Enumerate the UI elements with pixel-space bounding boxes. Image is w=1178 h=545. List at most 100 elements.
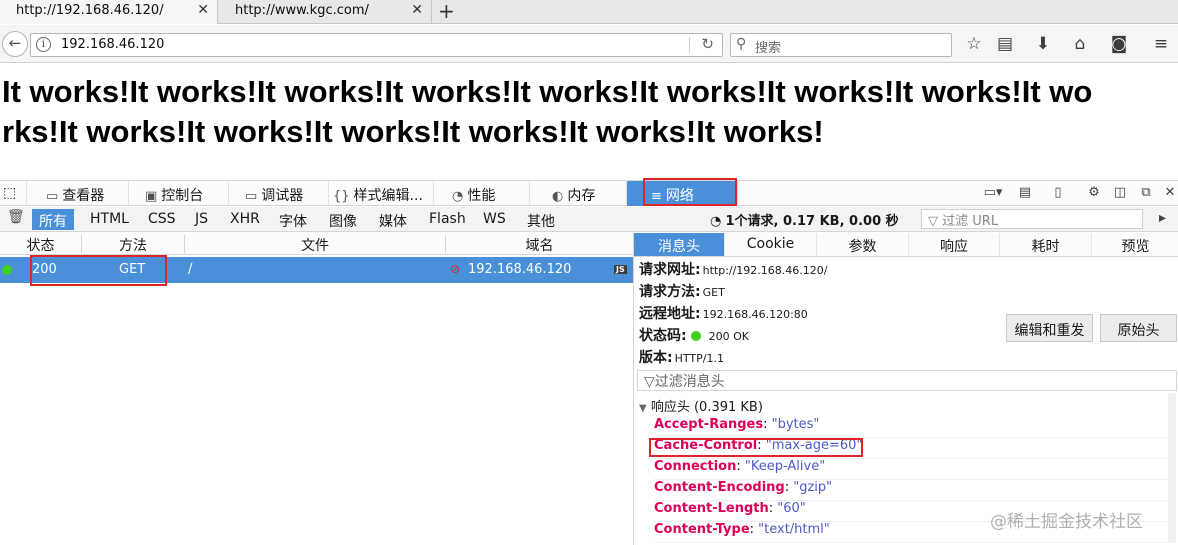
tab-label: 性能	[467, 188, 496, 204]
close-icon[interactable]: ✕	[411, 2, 423, 18]
filter-xhr[interactable]: XHR	[223, 209, 267, 230]
filter-other[interactable]: 其他	[520, 209, 562, 230]
request-domain: 192.168.46.120	[468, 262, 572, 277]
dock-icon[interactable]: ▭▾	[983, 185, 1003, 200]
braces-icon: {}	[333, 189, 350, 204]
filter-headers-input[interactable]: ▽过滤消息头	[637, 370, 1177, 391]
tab-style-editor[interactable]: {} 样式编辑...	[329, 181, 434, 206]
search-input[interactable]: 搜索	[755, 37, 781, 56]
filter-url-placeholder: 过滤 URL	[942, 214, 999, 229]
info-icon[interactable]: i	[36, 37, 51, 52]
bookmark-star-icon[interactable]: ☆	[963, 34, 985, 54]
tab-inspector[interactable]: ▭ 查看器	[28, 181, 129, 206]
tab-title: http://192.168.46.120/	[16, 3, 164, 18]
toggle-sidebar-icon[interactable]: ▸	[1152, 208, 1173, 229]
filter-css[interactable]: CSS	[141, 209, 183, 230]
devtools-toolbar: ⬚ ▭ 查看器 ▣ 控制台 ▭ 调试器 {} 样式编辑... ◔ 性能 ◐ 内存 ≡ 网络 ▭…	[0, 180, 1178, 206]
filter-icon: ▽	[928, 214, 938, 229]
filter-flash[interactable]: Flash	[422, 209, 473, 230]
tab-label: 查看器	[62, 188, 105, 204]
raw-headers-button[interactable]: 原始头	[1100, 314, 1177, 342]
debugger-icon: ▭	[245, 189, 258, 204]
reload-icon[interactable]: ↻	[701, 35, 714, 53]
tab-title: http://www.kgc.com/	[235, 3, 369, 18]
tab-performance[interactable]: ◔ 性能	[434, 181, 530, 206]
console-icon: ▣	[145, 189, 158, 204]
tab-label: 样式编辑...	[353, 188, 423, 204]
new-tab-icon[interactable]: +	[438, 0, 455, 23]
download-icon[interactable]: ⬇	[1032, 34, 1054, 54]
filter-html[interactable]: HTML	[83, 209, 136, 230]
pocket-icon[interactable]: ◙	[1108, 34, 1130, 54]
column-domain[interactable]: 域名	[446, 235, 633, 254]
header-value: "bytes"	[771, 417, 820, 432]
headers-panel: 请求网址: http://192.168.46.120/ 请求方法: GET 远程地…	[633, 257, 1178, 545]
request-file: /	[188, 262, 193, 277]
tab-headers[interactable]: 消息头	[634, 233, 725, 256]
search-icon: ⚲	[736, 36, 747, 52]
column-file[interactable]: 文件	[185, 235, 446, 254]
column-status[interactable]: 状态	[0, 235, 82, 254]
page-content: It works!It works!It works!It works!It w…	[2, 74, 1093, 149]
filter-ws[interactable]: WS	[476, 209, 513, 230]
type-badge: JS	[614, 265, 627, 274]
tab-timings[interactable]: 耗时	[1000, 233, 1092, 256]
remote-address-label: 远程地址:	[639, 306, 701, 322]
search-bar[interactable]: ⚲ 搜索	[730, 33, 952, 57]
menu-icon[interactable]: ≡	[1150, 34, 1172, 54]
trash-icon[interactable]: 🗑	[3, 208, 29, 229]
back-arrow-icon[interactable]: ←	[2, 31, 28, 57]
triangle-down-icon: ▼	[639, 403, 647, 414]
response-headers-section[interactable]: ▼ 响应头 (0.391 KB)	[639, 396, 763, 415]
tab-response[interactable]: 响应	[909, 233, 1000, 256]
tab-console[interactable]: ▣ 控制台	[129, 181, 229, 206]
browser-tab[interactable]: http://www.kgc.com/ ✕	[219, 0, 432, 24]
browser-tab-strip: http://192.168.46.120/ ✕ http://www.kgc.…	[0, 0, 1178, 24]
dock-side-icon[interactable]: ◫	[1110, 185, 1130, 200]
tab-cookie[interactable]: Cookie	[725, 233, 817, 256]
home-icon[interactable]: ⌂	[1069, 34, 1091, 54]
close-icon[interactable]: ✕	[197, 2, 209, 18]
status-indicator	[2, 265, 12, 275]
filter-media[interactable]: 媒体	[372, 209, 414, 230]
library-icon[interactable]: ▤	[994, 34, 1016, 54]
filter-fonts[interactable]: 字体	[272, 209, 314, 230]
header-value: "text/html"	[758, 522, 830, 537]
edit-resend-button[interactable]: 编辑和重发	[1006, 314, 1093, 342]
settings-gear-icon[interactable]: ⚙	[1084, 185, 1104, 200]
filter-js[interactable]: JS	[188, 209, 215, 230]
element-picker-icon[interactable]: ⬚	[0, 181, 27, 206]
filter-all[interactable]: 所有	[32, 209, 74, 230]
status-code-row: 状态码: 200 OK	[639, 325, 749, 345]
close-icon[interactable]: ✕	[1160, 185, 1178, 200]
highlight-box-cache-control	[649, 438, 863, 457]
undock-icon[interactable]: ⧉	[1136, 185, 1156, 200]
column-method[interactable]: 方法	[82, 235, 185, 254]
split-console-icon[interactable]: ▤	[1015, 185, 1035, 200]
filter-url-input[interactable]: ▽ 过滤 URL	[921, 209, 1143, 229]
responsive-icon[interactable]: ▯	[1048, 185, 1068, 200]
gauge-icon: ◔	[452, 189, 464, 204]
filter-icon: ▽	[644, 374, 655, 390]
tab-preview[interactable]: 预览	[1092, 233, 1178, 256]
remote-address-row: 远程地址: 192.168.46.120:80	[639, 303, 808, 323]
version-value: HTTP/1.1	[674, 352, 724, 365]
url-bar[interactable]: i 192.168.46.120 ↻	[30, 33, 723, 57]
remote-address-value: 192.168.46.120:80	[702, 308, 808, 321]
header-row: Connection: "Keep-Alive"	[654, 459, 1169, 480]
tab-memory[interactable]: ◐ 内存	[530, 181, 627, 206]
url-input[interactable]: 192.168.46.120	[61, 37, 164, 52]
filter-images[interactable]: 图像	[322, 209, 364, 230]
request-table-header: 状态 方法 文件 域名	[0, 233, 633, 255]
scrollbar[interactable]	[1168, 393, 1176, 543]
browser-tab-active[interactable]: http://192.168.46.120/ ✕	[0, 0, 218, 24]
highlight-box-request	[30, 255, 167, 286]
status-code-value: 200 OK	[708, 330, 749, 343]
tab-params[interactable]: 参数	[817, 233, 909, 256]
tab-label: 控制台	[161, 188, 204, 204]
summary-text: 1个请求, 0.17 KB, 0.00 秒	[725, 214, 899, 229]
header-name: Content-Encoding	[654, 480, 785, 495]
details-tabs: 消息头 Cookie 参数 响应 耗时 预览	[633, 233, 1178, 257]
tab-debugger[interactable]: ▭ 调试器	[229, 181, 329, 206]
request-url-label: 请求网址:	[639, 262, 701, 278]
